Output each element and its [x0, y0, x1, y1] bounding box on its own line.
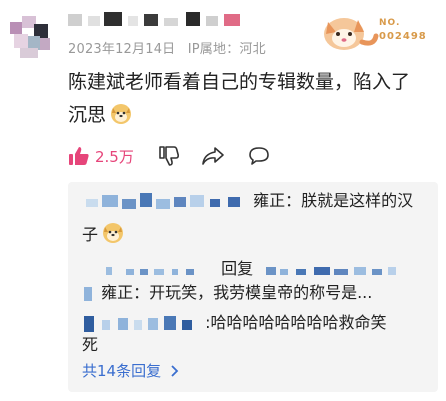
thumbs-down-icon[interactable]: [158, 145, 180, 167]
comment-bubble-icon[interactable]: [248, 146, 270, 166]
share-icon[interactable]: [201, 146, 225, 166]
thumbs-up-icon[interactable]: [68, 146, 90, 166]
reply-username-blurred: [82, 261, 216, 279]
reply-item[interactable]: 雍正：朕就是这样的汉: [82, 188, 432, 213]
action-bar: 2.5万: [68, 143, 348, 171]
reply-item-continuation: 雍正：开玩笑，我劳模皇帝的称号是...: [82, 280, 432, 305]
post-date: 2023年12月14日: [68, 42, 176, 57]
reply-text-line-2: 死: [82, 335, 99, 354]
reply-label: 回复: [221, 259, 254, 278]
comment-line-2-text: 沉思: [68, 104, 107, 126]
comment-line-2: 沉思: [68, 99, 436, 132]
doge-emoji-icon: [103, 223, 124, 243]
reply-item-continuation: 死: [82, 332, 98, 357]
avatar[interactable]: [10, 16, 54, 60]
reply-username-blurred: [82, 192, 248, 211]
more-replies-link[interactable]: 共14条回复: [82, 360, 180, 381]
comment-text: 陈建斌老师看着自己的专辑数量，陷入了 沉思: [68, 66, 436, 132]
reply-text-line-1: 雍正：朕就是这样的汉: [253, 191, 414, 210]
ip-location: IP属地：河北: [187, 42, 266, 57]
comment-line-1: 陈建斌老师看着自己的专辑数量，陷入了: [68, 71, 411, 93]
reply-item[interactable]: :哈哈哈哈哈哈哈哈救命笑: [82, 310, 434, 335]
reply-item-continuation: 子: [82, 222, 124, 247]
replies-panel: 雍正：朕就是这样的汉 子 回复 雍正：开玩笑，我劳模皇帝的称号是...:哈哈哈…: [68, 182, 438, 392]
reply-username-fragment-blurred: [82, 285, 96, 303]
badge-number: 002498: [379, 31, 427, 42]
reply-text-line-1: :哈哈哈哈哈哈哈哈救命笑: [205, 313, 387, 332]
reply-text: 雍正：开玩笑，我劳模皇帝的称号是...: [101, 283, 373, 302]
like-count: 2.5万: [95, 148, 134, 166]
username-blurred[interactable]: [68, 12, 243, 28]
reply-target-username-blurred: [264, 261, 414, 279]
badge-label: NO.: [379, 18, 401, 28]
reply-username-blurred: [82, 314, 200, 334]
doge-emoji-icon: [111, 104, 132, 124]
more-replies-label: 共14条回复: [82, 362, 162, 380]
reply-item[interactable]: 回复: [82, 256, 432, 281]
post-meta: 2023年12月14日 IP属地：河北: [68, 38, 274, 57]
reply-text-line-2: 子: [82, 225, 99, 244]
chevron-right-icon: [171, 365, 179, 377]
